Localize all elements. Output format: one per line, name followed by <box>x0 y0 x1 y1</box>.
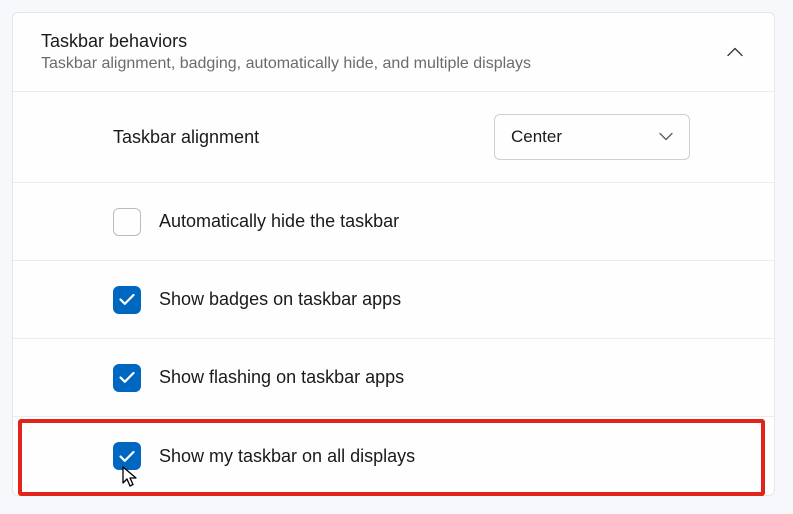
chevron-up-icon[interactable] <box>720 37 750 67</box>
check-icon <box>119 371 135 384</box>
chevron-down-icon <box>659 128 673 146</box>
alignment-label: Taskbar alignment <box>113 127 259 148</box>
alignment-select[interactable]: Center <box>494 114 690 160</box>
alignment-value: Center <box>511 127 562 147</box>
badges-label: Show badges on taskbar apps <box>159 289 401 310</box>
section-title: Taskbar behaviors <box>41 31 531 52</box>
check-icon <box>119 293 135 306</box>
header-text: Taskbar behaviors Taskbar alignment, bad… <box>41 31 531 73</box>
autohide-checkbox[interactable] <box>113 208 141 236</box>
section-header[interactable]: Taskbar behaviors Taskbar alignment, bad… <box>13 13 774 92</box>
alldisplays-label: Show my taskbar on all displays <box>159 446 415 467</box>
alldisplays-row: Show my taskbar on all displays <box>13 417 774 495</box>
flashing-checkbox[interactable] <box>113 364 141 392</box>
badges-row: Show badges on taskbar apps <box>13 261 774 339</box>
taskbar-alignment-row: Taskbar alignment Center <box>13 92 774 183</box>
alldisplays-checkbox[interactable] <box>113 442 141 470</box>
check-icon <box>119 450 135 463</box>
flashing-label: Show flashing on taskbar apps <box>159 367 404 388</box>
autohide-label: Automatically hide the taskbar <box>159 211 399 232</box>
section-subtitle: Taskbar alignment, badging, automaticall… <box>41 55 531 73</box>
flashing-row: Show flashing on taskbar apps <box>13 339 774 417</box>
taskbar-behaviors-panel: Taskbar behaviors Taskbar alignment, bad… <box>12 12 775 496</box>
badges-checkbox[interactable] <box>113 286 141 314</box>
autohide-row: Automatically hide the taskbar <box>13 183 774 261</box>
